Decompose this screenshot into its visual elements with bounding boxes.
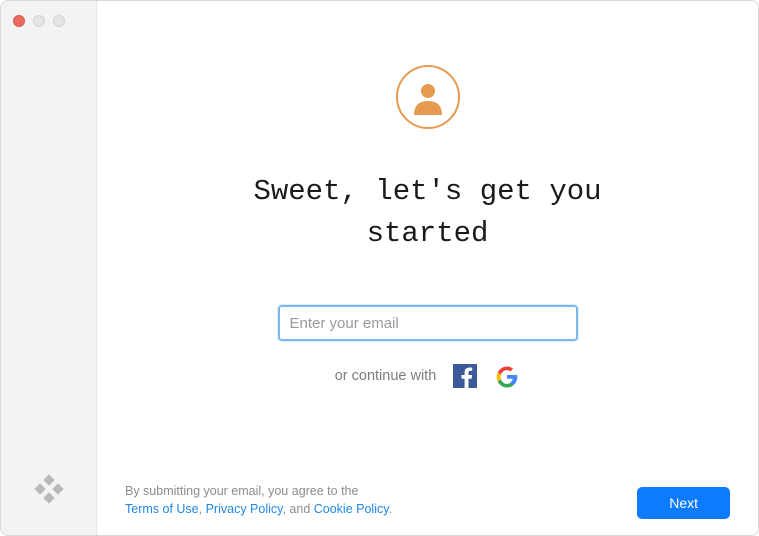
maximize-window-button[interactable] <box>53 15 65 27</box>
main-content: Sweet, let's get you started or continue… <box>97 1 758 535</box>
facebook-button[interactable] <box>452 363 478 389</box>
google-button[interactable] <box>494 363 520 389</box>
legal-text: By submitting your email, you agree to t… <box>125 482 392 520</box>
legal-sep2: , and <box>282 502 313 516</box>
email-input[interactable] <box>278 305 578 341</box>
continue-with-label: or continue with <box>335 368 437 384</box>
minimize-window-button[interactable] <box>33 15 45 27</box>
legal-suffix: . <box>389 502 392 516</box>
close-window-button[interactable] <box>13 15 25 27</box>
next-button[interactable]: Next <box>637 487 730 519</box>
cookie-policy-link[interactable]: Cookie Policy <box>314 502 389 516</box>
privacy-policy-link[interactable]: Privacy Policy <box>206 502 283 516</box>
legal-sep1: , <box>199 502 206 516</box>
page-heading: Sweet, let's get you started <box>218 171 638 255</box>
legal-prefix: By submitting your email, you agree to t… <box>125 484 358 498</box>
sidebar <box>1 1 97 535</box>
window-controls <box>1 1 96 41</box>
facebook-icon <box>453 364 477 388</box>
onboarding-content: Sweet, let's get you started or continue… <box>97 1 758 535</box>
app-logo-icon <box>33 474 65 511</box>
footer: By submitting your email, you agree to t… <box>125 482 730 520</box>
avatar-icon <box>396 65 460 129</box>
social-continue-row: or continue with <box>335 363 521 389</box>
terms-of-use-link[interactable]: Terms of Use <box>125 502 199 516</box>
app-window: Sweet, let's get you started or continue… <box>0 0 759 536</box>
google-icon <box>495 364 519 388</box>
